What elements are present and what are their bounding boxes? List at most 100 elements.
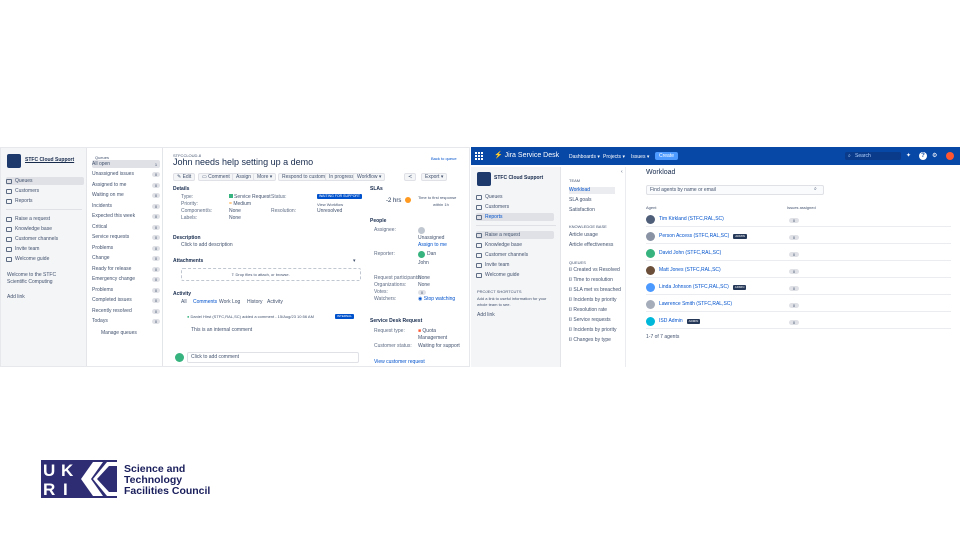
manage-queues-link[interactable]: Manage queues <box>101 330 137 337</box>
nav-raise-request[interactable]: Raise a request <box>476 231 554 239</box>
details-header[interactable]: Details <box>173 186 189 193</box>
nav-customer-channels[interactable]: Customer channels <box>476 251 528 259</box>
nav-reports[interactable]: Reports <box>476 213 554 221</box>
comment-button[interactable]: ▭ Comment <box>198 173 234 181</box>
queue-item[interactable]: Unassigned issues 0 <box>92 171 160 179</box>
queue-item[interactable]: Ready for release 0 <box>92 265 160 273</box>
edit-button[interactable]: ✎ Edit <box>173 173 196 181</box>
activity-tab-activity[interactable]: Activity <box>267 299 283 306</box>
queue-item[interactable]: Assigned to me 0 <box>92 181 160 189</box>
notifications-icon[interactable]: ✦ <box>906 152 911 160</box>
activity-tab-comments[interactable]: Comments <box>193 299 217 306</box>
queue-item[interactable]: Service requests 0 <box>92 234 160 242</box>
queue-item[interactable]: All open 1 <box>92 160 160 168</box>
description-field[interactable]: Click to add description <box>181 242 233 249</box>
nav-invite-team[interactable]: Invite team <box>476 261 509 269</box>
user-avatar[interactable] <box>946 152 954 160</box>
col-issues-assigned[interactable]: Issues assigned <box>787 204 816 211</box>
settings-gear-icon[interactable]: ⚙ <box>932 152 937 160</box>
votes-count[interactable]: 0 <box>418 290 426 295</box>
queue-item[interactable]: Change 0 <box>92 255 160 263</box>
view-workflow-link[interactable]: View Workflow <box>317 201 343 208</box>
report-satisfaction[interactable]: Satisfaction <box>569 207 595 214</box>
agent-name[interactable]: Matt Jones (STFC,RAL,SC) <box>659 267 721 274</box>
project-name[interactable]: STFC Cloud Support <box>25 157 74 164</box>
add-link[interactable]: Add link <box>7 294 25 301</box>
agent-name[interactable]: Person Access (STFC,RAL,SC) <box>659 233 729 240</box>
nav-queues[interactable]: Queues <box>6 177 84 185</box>
attachments-header[interactable]: Attachments <box>173 258 203 265</box>
assign-button[interactable]: Assign <box>232 173 256 181</box>
report-workload[interactable]: Workload <box>569 187 615 194</box>
nav-reports[interactable]: Reports <box>6 197 33 205</box>
people-header[interactable]: People <box>370 218 386 225</box>
participant-value[interactable]: John <box>418 260 429 267</box>
queue-item[interactable]: Emergency change 0 <box>92 276 160 284</box>
sla-header[interactable]: SLAs <box>370 186 383 193</box>
nav-dashboards[interactable]: Dashboards ▾ <box>569 154 600 161</box>
stop-watching-link[interactable]: ◉ Stop watching <box>418 296 455 303</box>
activity-tab-all[interactable]: All <box>181 299 187 306</box>
nav-knowledge-base[interactable]: Knowledge base <box>476 241 522 249</box>
nav-queues[interactable]: Queues <box>476 193 503 201</box>
collapse-panel-icon[interactable]: ‹ <box>621 169 623 176</box>
report-article-usage[interactable]: Article usage <box>569 232 598 239</box>
assignee-value[interactable]: Unassigned <box>418 235 444 242</box>
help-icon[interactable]: ? <box>919 152 927 160</box>
nav-welcome-guide[interactable]: Welcome guide <box>476 271 519 279</box>
nav-customers[interactable]: Customers <box>476 203 509 211</box>
queue-item[interactable]: Recently resolved 0 <box>92 307 160 315</box>
create-button[interactable]: Create <box>655 152 679 160</box>
agent-search-input[interactable]: Find agents by name or email <box>646 185 824 195</box>
queue-item[interactable]: Waiting on me 0 <box>92 192 160 200</box>
queue-item[interactable]: Problems 0 <box>92 286 160 294</box>
nav-customer-channels[interactable]: Customer channels <box>6 235 58 243</box>
nav-knowledge-base[interactable]: Knowledge base <box>6 225 52 233</box>
queue-report-item[interactable]: ⌷ Incidents by priority <box>569 327 616 334</box>
activity-header[interactable]: Activity <box>173 291 191 298</box>
queue-item[interactable]: Incidents 0 <box>92 202 160 210</box>
agent-name[interactable]: ISD Admin <box>659 318 683 325</box>
queue-item[interactable]: Critical 0 <box>92 223 160 231</box>
nav-invite-team[interactable]: Invite team <box>6 245 39 253</box>
report-sla-goals[interactable]: SLA goals <box>569 197 592 204</box>
queue-item[interactable]: Expected this week 0 <box>92 213 160 221</box>
description-header[interactable]: Description <box>173 235 201 242</box>
more-button[interactable]: More ▾ <box>253 173 277 181</box>
nav-welcome-guide[interactable]: Welcome guide <box>6 255 49 263</box>
agent-name[interactable]: Lawrence Smith (STFC,RAL,SC) <box>659 301 732 308</box>
nav-raise-request[interactable]: Raise a request <box>6 215 50 223</box>
queue-report-item[interactable]: ⌷ Time to resolution <box>569 277 613 284</box>
export-button[interactable]: Export ▾ <box>421 173 448 181</box>
add-link[interactable]: Add link <box>477 312 495 319</box>
queue-item[interactable]: Completed issues 0 <box>92 297 160 305</box>
back-to-queue-link[interactable]: Back to queue <box>431 155 457 162</box>
reporter-value[interactable]: Dan <box>427 251 436 258</box>
attachments-menu[interactable]: ▾ <box>353 258 356 265</box>
issue-title[interactable]: John needs help setting up a demo <box>173 157 313 167</box>
nav-issues[interactable]: Issues ▾ <box>631 154 649 161</box>
status-lozenge[interactable]: WAITING FOR SUPPORT <box>317 194 363 199</box>
workflow-button[interactable]: Workflow ▾ <box>353 173 386 181</box>
app-switcher-icon[interactable] <box>475 152 483 160</box>
nav-projects[interactable]: Projects ▾ <box>603 154 625 161</box>
activity-tab-work-log[interactable]: Work Log <box>219 299 240 306</box>
report-article-effectiveness[interactable]: Article effectiveness <box>569 242 613 249</box>
queue-report-item[interactable]: ⌷ Service requests <box>569 317 611 324</box>
queue-item[interactable]: Problems 0 <box>92 244 160 252</box>
nav-customers[interactable]: Customers <box>6 187 39 195</box>
queue-item[interactable]: Todays 0 <box>92 318 160 326</box>
activity-tab-history[interactable]: History <box>247 299 263 306</box>
view-customer-request-link[interactable]: View customer request <box>374 359 425 366</box>
app-title[interactable]: ⚡ Jira Service Desk <box>494 152 559 160</box>
queue-report-item[interactable]: ⌷ Changes by type <box>569 337 611 344</box>
queue-report-item[interactable]: ⌷ Incidents by priority <box>569 297 616 304</box>
project-name[interactable]: STFC Cloud Support <box>494 175 543 182</box>
share-button[interactable]: ≺ <box>404 173 417 181</box>
queue-report-item[interactable]: ⌷ Created vs Resolved <box>569 267 620 274</box>
add-comment-input[interactable]: Click to add comment <box>187 352 359 363</box>
assign-to-me-link[interactable]: Assign to me <box>418 242 447 249</box>
col-agent[interactable]: Agent <box>646 204 656 211</box>
agent-name[interactable]: David John (STFC,RAL,SC) <box>659 250 721 257</box>
request-header[interactable]: Service Desk Request <box>370 318 422 325</box>
